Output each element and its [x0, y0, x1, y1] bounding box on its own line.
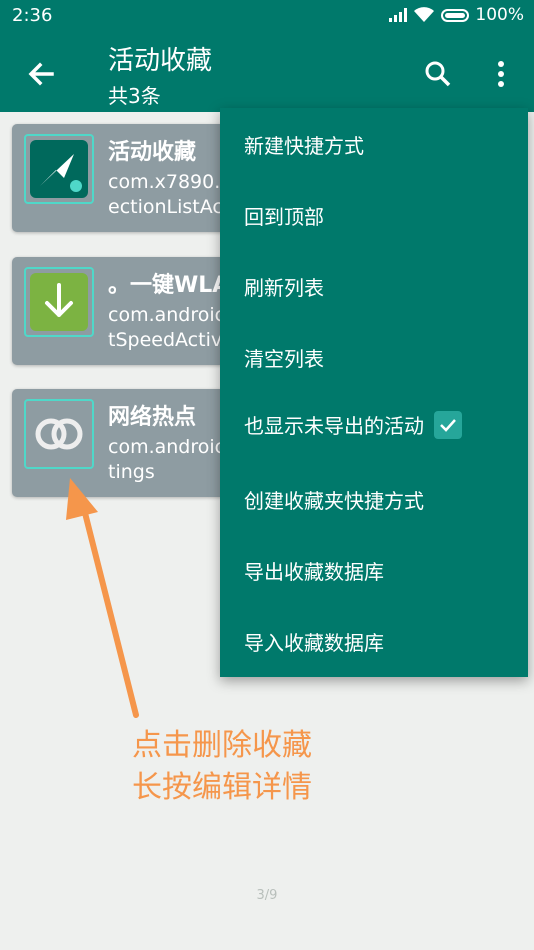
- annotation-line: 长按编辑详情: [132, 770, 312, 805]
- page-indicator: 3/9: [256, 888, 278, 903]
- annotation-line: 点击删除收藏: [132, 728, 312, 763]
- annotation-text: 点击删除收藏 长按编辑详情: [132, 725, 312, 809]
